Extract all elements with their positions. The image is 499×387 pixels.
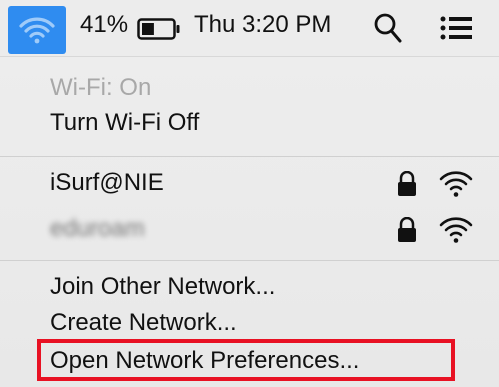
network-name: iSurf@NIE [50,169,164,196]
menu-separator [0,260,499,261]
wifi-signal-icon [439,171,473,197]
wifi-dropdown-menu: Wi-Fi: On Turn Wi-Fi Off iSurf@NIE eduro… [0,57,499,387]
wifi-status-label: Wi-Fi: On [50,74,152,101]
battery-icon[interactable] [137,18,181,40]
highlight-box [37,339,455,381]
network-item[interactable]: iSurf@NIE [0,167,499,207]
network-item[interactable]: eduroam [0,213,499,253]
lock-icon [398,217,416,242]
wifi-icon [19,17,55,44]
join-other-network-item[interactable]: Join Other Network... [50,273,275,301]
search-icon[interactable] [373,12,403,44]
notification-list-icon[interactable] [438,13,474,43]
menubar-clock[interactable]: Thu 3:20 PM [194,11,331,39]
wifi-menu-button[interactable] [8,6,66,54]
menu-separator [0,156,499,157]
wifi-signal-icon [439,217,473,243]
create-network-item[interactable]: Create Network... [50,309,237,337]
menu-bar: 41% Thu 3:20 PM [0,0,499,57]
network-name: eduroam [50,215,145,242]
battery-percentage[interactable]: 41% [80,11,128,39]
turn-wifi-off-item[interactable]: Turn Wi-Fi Off [50,109,199,137]
lock-icon [398,171,416,196]
